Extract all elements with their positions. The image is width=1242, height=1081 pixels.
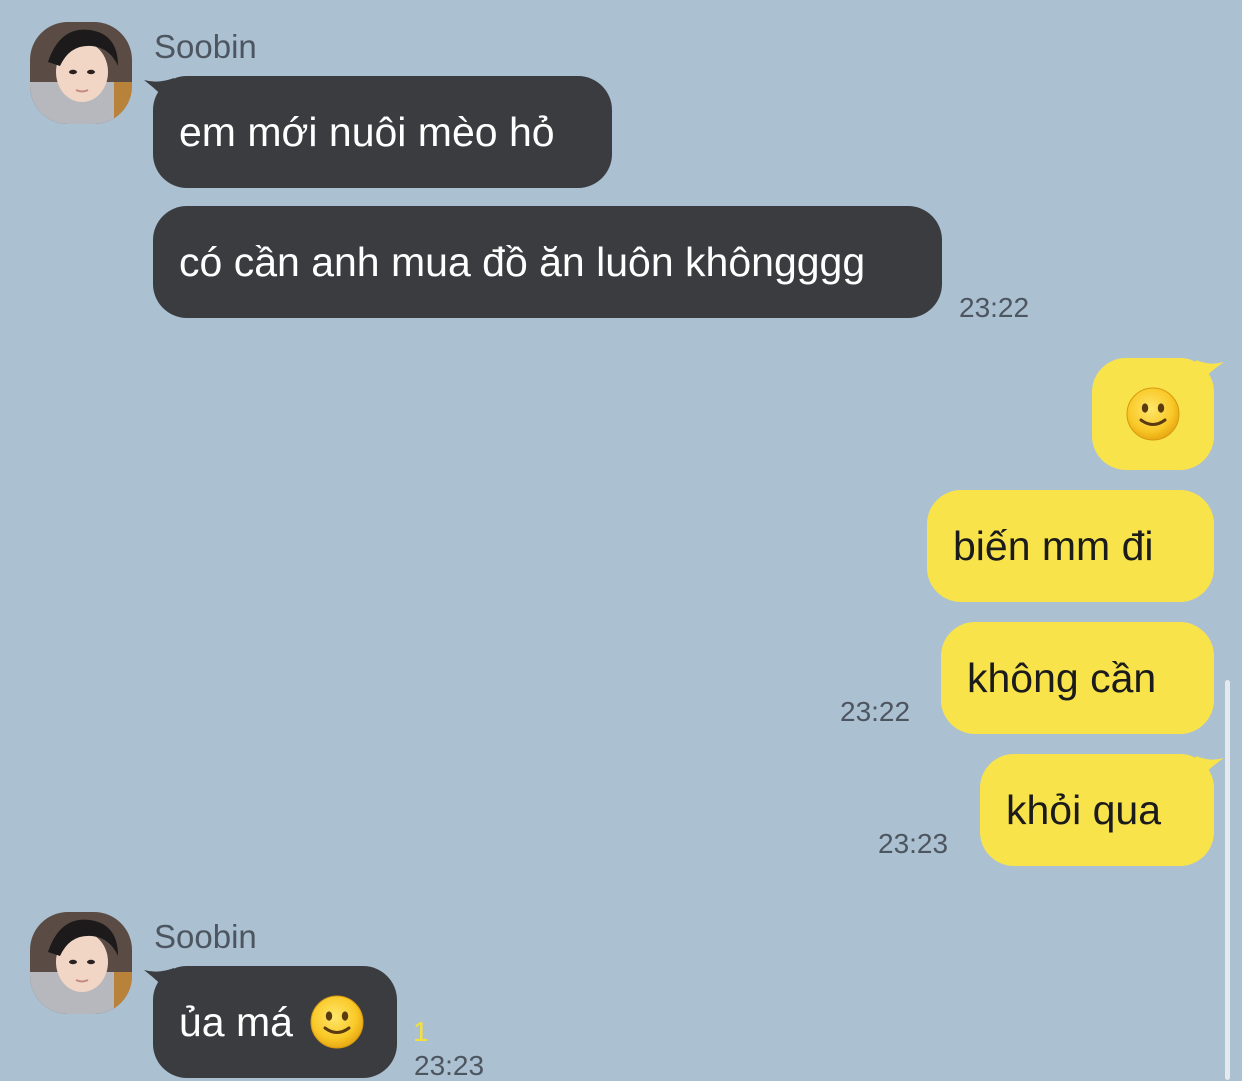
sender-name: Soobin [154, 918, 257, 955]
sender-name: Soobin [154, 28, 257, 65]
incoming-message-bubble[interactable]: ủa má [153, 966, 397, 1078]
message-text: ủa má [179, 998, 293, 1045]
outgoing-message-bubble[interactable]: biến mm đi [927, 490, 1214, 602]
avatar-photo [30, 22, 132, 124]
message-text: biến mm đi [953, 522, 1154, 569]
message-timestamp: 23:23 [878, 828, 949, 859]
slightly-smiling-face-icon [309, 994, 365, 1050]
message-text: em mới nuôi mèo hỏ [179, 108, 555, 155]
sender-avatar[interactable] [30, 912, 132, 1014]
message-timestamp: 23:22 [840, 696, 911, 727]
scrollbar-thumb[interactable] [1225, 680, 1230, 1080]
message-text: không cần [967, 654, 1157, 701]
message-text: khỏi qua [1006, 786, 1162, 833]
outgoing-message-bubble[interactable]: khỏi qua [980, 754, 1214, 866]
sender-avatar[interactable] [30, 22, 132, 124]
avatar-photo [30, 912, 132, 1014]
message-text: có cần anh mua đồ ăn luôn khôngggg [179, 238, 866, 285]
outgoing-message-bubble[interactable] [1092, 358, 1214, 470]
incoming-message-bubble[interactable]: có cần anh mua đồ ăn luôn khôngggg [153, 206, 942, 318]
message-timestamp: 23:23 [414, 1050, 485, 1081]
incoming-message-bubble[interactable]: em mới nuôi mèo hỏ [153, 76, 612, 188]
message-timestamp: 23:22 [959, 292, 1030, 323]
slightly-smiling-face-icon [1125, 386, 1181, 442]
unread-count: 1 [413, 1016, 429, 1047]
outgoing-message-bubble[interactable]: không cần [941, 622, 1214, 734]
